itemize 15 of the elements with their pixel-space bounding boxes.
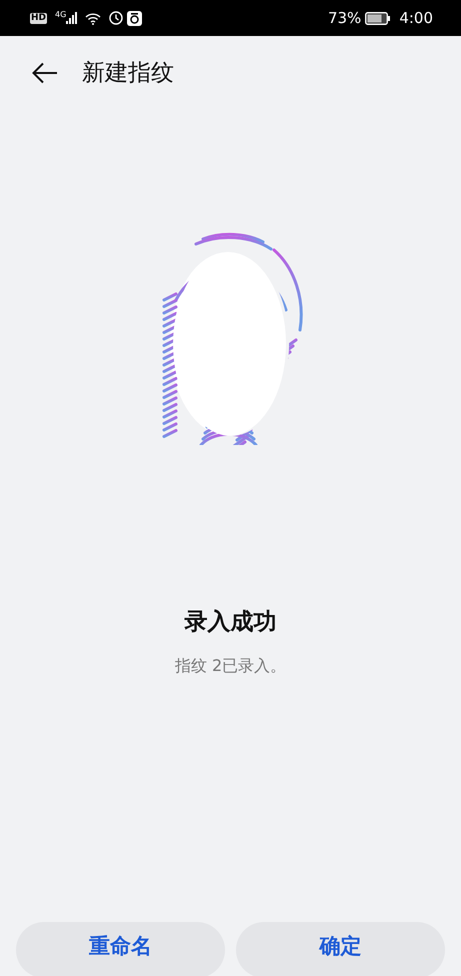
battery-percent: 73%	[328, 8, 362, 29]
success-message: 指纹 2已录入。	[174, 654, 286, 676]
action-button[interactable]: 确定	[236, 922, 445, 976]
battery-icon	[365, 12, 392, 24]
clock-icon	[109, 11, 124, 25]
action-button[interactable]: 重命名	[16, 922, 225, 976]
network-type-label: 4G	[55, 11, 66, 19]
app-icon	[127, 10, 142, 26]
page-title: 新建指纹	[82, 58, 174, 88]
clock-time: 4:00	[399, 8, 433, 29]
hd-icon: HD	[30, 12, 48, 24]
wifi-icon	[85, 12, 102, 24]
back-icon[interactable]	[32, 62, 58, 84]
success-title: 录入成功	[184, 608, 276, 637]
signal-icon	[66, 12, 78, 24]
